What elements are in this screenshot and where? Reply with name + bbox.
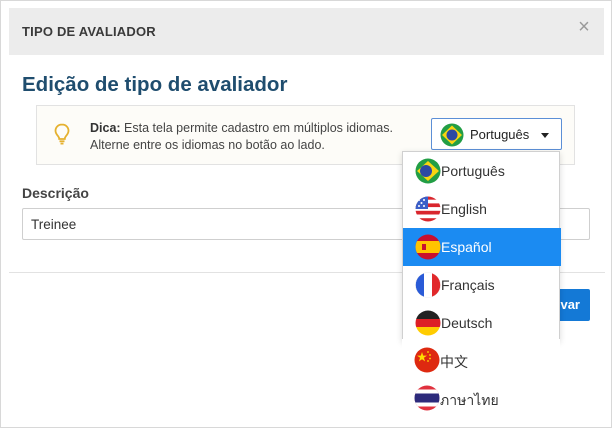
language-option-label: 中文 [440,354,468,370]
language-option-thai[interactable]: ภาษาไทย [402,379,560,417]
tip-text: Dica: Esta tela permite cadastro em múlt… [90,120,430,154]
caret-down-icon [541,133,549,138]
selected-language-label: Português [470,127,530,142]
close-icon[interactable]: × [574,17,594,37]
language-option-english[interactable]: English [403,190,561,228]
language-option-espanol[interactable]: Español [403,228,561,266]
tip-line1: Esta tela permite cadastro em múltiplos … [120,121,393,135]
page-title: Edição de tipo de avaliador [22,73,288,96]
china-flag-icon [414,347,440,378]
language-option-label: Deutsch [441,315,493,331]
language-option-deutsch[interactable]: Deutsch [403,304,561,342]
language-select-button[interactable]: Português [431,118,562,150]
france-flag-icon [415,272,441,303]
brazil-flag-icon [415,158,441,189]
language-option-portugues[interactable]: Português [403,152,561,190]
language-option-label: Español [441,239,492,255]
language-option-label: Português [441,163,505,179]
language-dropdown: Português English Español Français Deuts… [402,151,561,342]
modal-title: TIPO DE AVALIADOR [22,24,156,39]
brazil-flag-icon [440,123,464,152]
language-option-label: ภาษาไทย [440,392,499,408]
spain-flag-icon [415,234,441,265]
germany-flag-icon [415,310,441,341]
thailand-flag-icon [414,385,440,416]
language-option-label: English [441,201,487,217]
usa-flag-icon [415,196,441,227]
language-option-francais[interactable]: Français [403,266,561,304]
modal-header: TIPO DE AVALIADOR × [9,8,604,55]
lightbulb-icon [54,123,70,150]
tip-line2: Alterne entre os idiomas no botão ao lad… [90,138,325,152]
language-dropdown-overflow: 中文 ภาษาไทย [402,339,560,419]
language-option-chinese[interactable]: 中文 [402,341,560,379]
language-option-label: Français [441,277,495,293]
tip-label: Dica: [90,121,121,135]
description-label: Descrição [22,185,89,201]
